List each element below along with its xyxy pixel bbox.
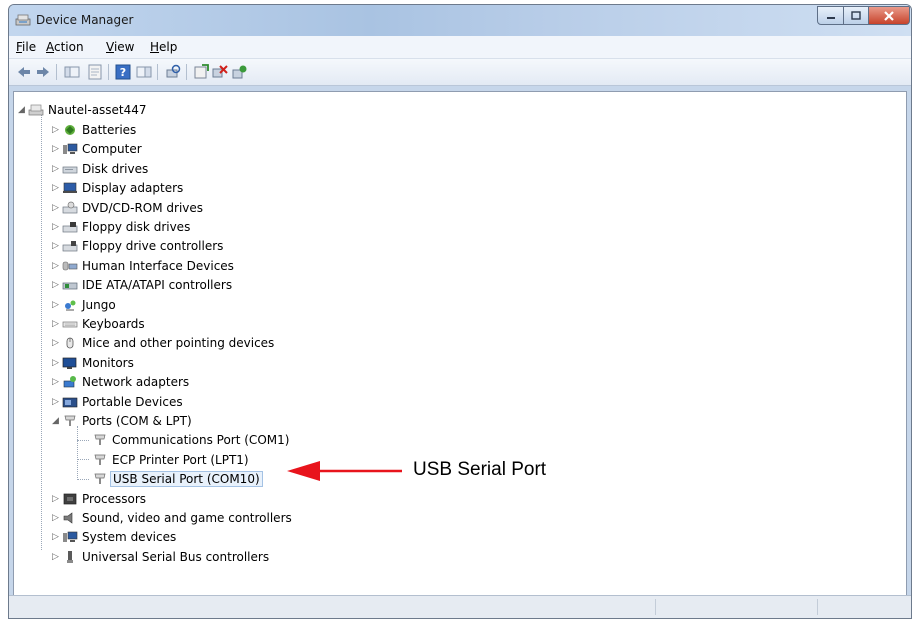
annotation-label: USB Serial Port (413, 459, 547, 480)
annotation-arrow (287, 461, 402, 481)
